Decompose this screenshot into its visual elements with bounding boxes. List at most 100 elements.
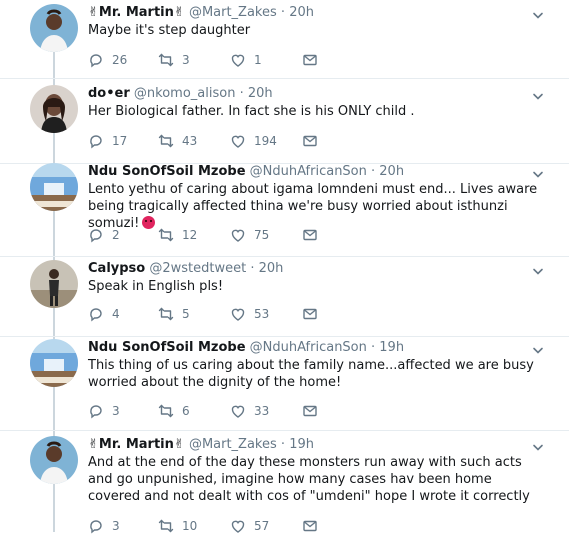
tweet-text-body: Her Biological father. In fact she is hi… bbox=[88, 104, 415, 119]
reply-icon bbox=[88, 403, 104, 419]
reply-button[interactable]: 26 bbox=[88, 52, 158, 68]
avatar[interactable] bbox=[30, 436, 78, 484]
display-name[interactable]: Ndu SonOfSoil Mzobe bbox=[88, 164, 246, 179]
user-handle[interactable]: @NduhAfricanSon bbox=[250, 164, 367, 179]
like-count: 1 bbox=[254, 53, 262, 67]
direct-message-button[interactable] bbox=[302, 403, 318, 419]
tweet-actions: 3 10 57 bbox=[88, 518, 318, 534]
display-name[interactable]: ✌Mr. Martin✌ bbox=[88, 5, 185, 20]
tweet-text-body: Speak in English pls! bbox=[88, 279, 224, 294]
tweet[interactable]: ✌Mr. Martin✌ @Mart_Zakes · 20h Maybe it's… bbox=[0, 4, 569, 78]
tweet-actions: 3 6 33 bbox=[88, 403, 318, 419]
user-handle[interactable]: @NduhAfricanSon bbox=[250, 340, 367, 355]
tweet[interactable]: ✌Mr. Martin✌ @Mart_Zakes · 19h And at the… bbox=[0, 436, 569, 549]
like-count: 194 bbox=[254, 134, 277, 148]
display-name[interactable]: do•er bbox=[88, 86, 130, 101]
envelope-icon bbox=[302, 403, 318, 419]
retweet-count: 43 bbox=[182, 134, 198, 148]
reply-count: 17 bbox=[112, 134, 128, 148]
reply-count: 3 bbox=[112, 404, 120, 418]
tweet-divider bbox=[0, 256, 569, 257]
avatar[interactable] bbox=[30, 163, 78, 211]
display-name[interactable]: ✌Mr. Martin✌ bbox=[88, 437, 185, 452]
heart-icon bbox=[230, 403, 246, 419]
reply-button[interactable]: 2 bbox=[88, 227, 158, 243]
display-name[interactable]: Ndu SonOfSoil Mzobe bbox=[88, 340, 246, 355]
reply-button[interactable]: 4 bbox=[88, 306, 158, 322]
retweet-icon bbox=[158, 306, 174, 322]
retweet-count: 3 bbox=[182, 53, 190, 67]
tweet-header: Ndu SonOfSoil Mzobe @NduhAfricanSon · 20… bbox=[88, 163, 541, 180]
tweet-actions: 26 3 1 bbox=[88, 52, 318, 68]
like-count: 33 bbox=[254, 404, 270, 418]
like-button[interactable]: 75 bbox=[230, 227, 302, 243]
user-handle[interactable]: @nkomo_alison bbox=[134, 86, 236, 101]
avatar[interactable] bbox=[30, 339, 78, 387]
direct-message-button[interactable] bbox=[302, 227, 318, 243]
display-name[interactable]: Calypso bbox=[88, 261, 145, 276]
tweet[interactable]: do•er @nkomo_alison · 20h Her Biological … bbox=[0, 85, 569, 163]
like-button[interactable]: 53 bbox=[230, 306, 302, 322]
retweet-button[interactable]: 3 bbox=[158, 52, 230, 68]
heart-icon bbox=[230, 306, 246, 322]
direct-message-button[interactable] bbox=[302, 306, 318, 322]
timestamp[interactable]: 20h bbox=[259, 261, 284, 276]
reply-icon bbox=[88, 133, 104, 149]
like-count: 57 bbox=[254, 519, 270, 533]
reply-button[interactable]: 17 bbox=[88, 133, 158, 149]
retweet-count: 6 bbox=[182, 404, 190, 418]
tweet-content: Ndu SonOfSoil Mzobe @NduhAfricanSon · 19… bbox=[88, 339, 541, 419]
tweet-divider bbox=[0, 336, 569, 337]
like-button[interactable]: 57 bbox=[230, 518, 302, 534]
avatar[interactable] bbox=[30, 4, 78, 52]
retweet-button[interactable]: 43 bbox=[158, 133, 230, 149]
tweet-text: Her Biological father. In fact she is hi… bbox=[88, 103, 541, 120]
avatar[interactable] bbox=[30, 260, 78, 308]
separator-dot: · bbox=[276, 5, 290, 20]
retweet-button[interactable]: 10 bbox=[158, 518, 230, 534]
reply-icon bbox=[88, 306, 104, 322]
tweet-content: ✌Mr. Martin✌ @Mart_Zakes · 20h Maybe it's… bbox=[88, 4, 541, 68]
retweet-button[interactable]: 6 bbox=[158, 403, 230, 419]
reply-count: 26 bbox=[112, 53, 128, 67]
direct-message-button[interactable] bbox=[302, 52, 318, 68]
reply-button[interactable]: 3 bbox=[88, 403, 158, 419]
tweet-text: Speak in English pls! bbox=[88, 278, 541, 295]
user-handle[interactable]: @Mart_Zakes bbox=[189, 5, 277, 20]
retweet-icon bbox=[158, 52, 174, 68]
direct-message-button[interactable] bbox=[302, 133, 318, 149]
timestamp[interactable]: 20h bbox=[289, 5, 314, 20]
tweet-divider bbox=[0, 430, 569, 431]
timestamp[interactable]: 19h bbox=[289, 437, 314, 452]
retweet-button[interactable]: 12 bbox=[158, 227, 230, 243]
tweet-header: ✌Mr. Martin✌ @Mart_Zakes · 20h bbox=[88, 4, 541, 21]
tweet-text-body: Maybe it's step daughter bbox=[88, 23, 251, 38]
tweet-content: Ndu SonOfSoil Mzobe @NduhAfricanSon · 20… bbox=[88, 163, 541, 243]
envelope-icon bbox=[302, 133, 318, 149]
timestamp[interactable]: 20h bbox=[379, 164, 404, 179]
avatar[interactable] bbox=[30, 85, 78, 133]
separator-dot: · bbox=[276, 437, 290, 452]
user-handle[interactable]: @2wstedtweet bbox=[149, 261, 246, 276]
tweet-divider bbox=[0, 78, 569, 79]
timestamp[interactable]: 20h bbox=[248, 86, 273, 101]
retweet-count: 12 bbox=[182, 228, 198, 242]
direct-message-button[interactable] bbox=[302, 518, 318, 534]
like-button[interactable]: 33 bbox=[230, 403, 302, 419]
tweet-content: Calypso @2wstedtweet · 20h Speak in Engli… bbox=[88, 260, 541, 322]
tweet[interactable]: Ndu SonOfSoil Mzobe @NduhAfricanSon · 20… bbox=[0, 163, 569, 256]
tweet-header: Ndu SonOfSoil Mzobe @NduhAfricanSon · 19… bbox=[88, 339, 541, 356]
like-button[interactable]: 1 bbox=[230, 52, 302, 68]
like-button[interactable]: 194 bbox=[230, 133, 302, 149]
user-handle[interactable]: @Mart_Zakes bbox=[189, 437, 277, 452]
tweet[interactable]: Calypso @2wstedtweet · 20h Speak in Engli… bbox=[0, 260, 569, 336]
retweet-button[interactable]: 5 bbox=[158, 306, 230, 322]
retweet-icon bbox=[158, 227, 174, 243]
tweet[interactable]: Ndu SonOfSoil Mzobe @NduhAfricanSon · 19… bbox=[0, 339, 569, 430]
retweet-icon bbox=[158, 518, 174, 534]
heart-icon bbox=[230, 227, 246, 243]
timestamp[interactable]: 19h bbox=[379, 340, 404, 355]
tweet-header: ✌Mr. Martin✌ @Mart_Zakes · 19h bbox=[88, 436, 541, 453]
reply-count: 4 bbox=[112, 307, 120, 321]
reply-button[interactable]: 3 bbox=[88, 518, 158, 534]
